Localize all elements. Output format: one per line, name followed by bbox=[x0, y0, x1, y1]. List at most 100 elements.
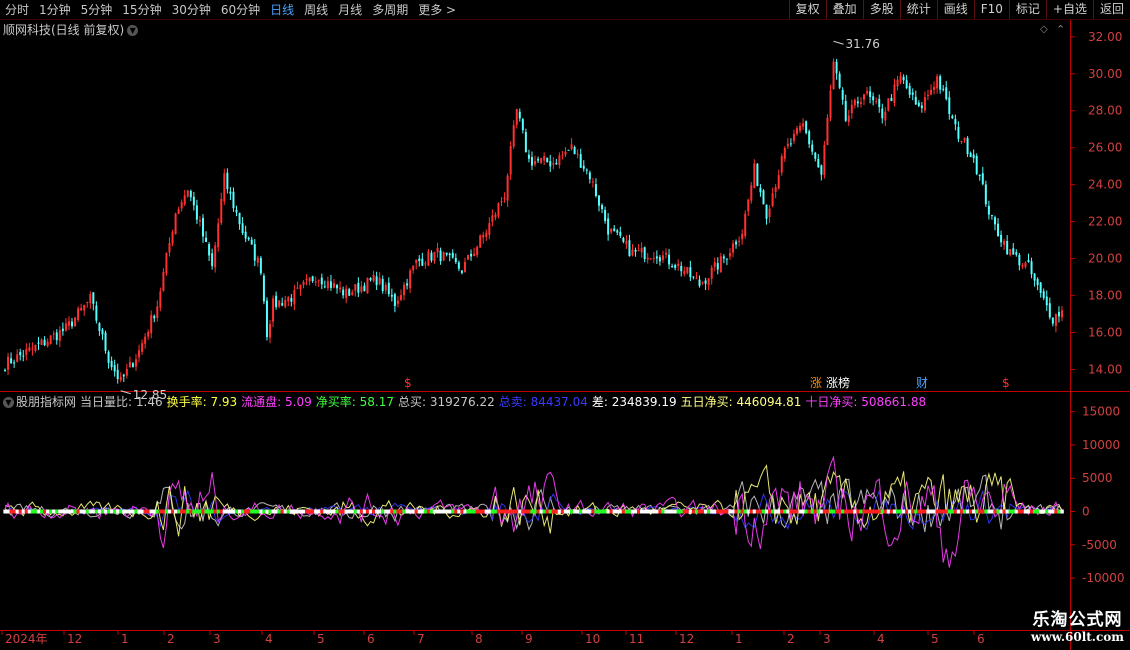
candle-body bbox=[725, 258, 728, 260]
time-tick-label: 2024年 bbox=[5, 632, 48, 646]
time-tick-label: 2 bbox=[787, 632, 795, 646]
candle-body bbox=[945, 87, 948, 100]
event-marker: $ bbox=[1002, 376, 1010, 390]
candle-body bbox=[470, 253, 473, 257]
zero-bar-segment bbox=[905, 509, 909, 514]
candle-body bbox=[704, 280, 707, 284]
candle-body bbox=[1039, 282, 1042, 293]
candle-body bbox=[765, 204, 768, 219]
candle-body bbox=[674, 265, 677, 269]
candle-body bbox=[774, 187, 777, 192]
zero-bar-segment bbox=[740, 509, 744, 514]
zero-bar-segment bbox=[381, 509, 385, 514]
zero-bar-segment bbox=[359, 509, 364, 514]
zero-bar-segment bbox=[189, 509, 193, 514]
candle-body bbox=[467, 255, 470, 260]
candle-body bbox=[573, 147, 576, 155]
zero-bar-segment bbox=[417, 509, 422, 514]
candle-body bbox=[628, 240, 631, 257]
candle-body bbox=[226, 172, 229, 190]
candle-body bbox=[601, 204, 604, 210]
candle-body bbox=[530, 157, 533, 166]
candle-body bbox=[795, 128, 798, 134]
candle-body bbox=[923, 97, 926, 111]
zero-bar-segment bbox=[502, 509, 507, 514]
zero-bar-segment bbox=[216, 509, 221, 514]
candle-body bbox=[789, 143, 792, 145]
candle-body bbox=[448, 253, 451, 256]
zero-bar-segment bbox=[210, 509, 214, 514]
zero-bar-segment bbox=[838, 509, 842, 514]
candle-body bbox=[134, 359, 137, 367]
zero-bar-segment bbox=[9, 509, 13, 514]
zero-bar-segment bbox=[892, 509, 897, 514]
time-tick-label: 4 bbox=[877, 632, 885, 646]
zero-bar-segment bbox=[405, 509, 409, 514]
candle-body bbox=[119, 376, 122, 381]
zero-bar-segment bbox=[722, 509, 726, 514]
zero-bar-segment bbox=[344, 509, 348, 514]
zero-bar-segment bbox=[579, 509, 583, 514]
zero-bar-segment bbox=[771, 509, 775, 514]
zero-bar-segment bbox=[804, 509, 808, 514]
zero-bar-segment bbox=[466, 509, 470, 514]
candle-body bbox=[409, 270, 412, 289]
candle-body bbox=[31, 348, 34, 350]
candle-body bbox=[963, 137, 966, 141]
candle-body bbox=[49, 335, 52, 345]
zero-bar-segment bbox=[792, 509, 796, 514]
price-tick-label: 32.00 bbox=[1088, 30, 1122, 44]
candle-body bbox=[527, 154, 530, 159]
candle-body bbox=[58, 330, 61, 341]
candle-body bbox=[116, 369, 119, 380]
candle-body bbox=[275, 295, 278, 308]
zero-bar-segment bbox=[767, 509, 772, 514]
zero-bar-segment bbox=[737, 509, 741, 514]
candle-body bbox=[205, 237, 208, 242]
candle-body bbox=[561, 154, 564, 156]
candle-body bbox=[936, 76, 939, 89]
candle-body bbox=[838, 73, 841, 88]
zero-bar-segment bbox=[825, 509, 830, 514]
candle-body bbox=[978, 174, 981, 177]
zero-bar-segment bbox=[816, 509, 821, 514]
candle-body bbox=[354, 284, 357, 291]
zero-bar-segment bbox=[898, 509, 903, 514]
candle-body bbox=[567, 149, 570, 151]
watermark-url: www.60lt.com bbox=[1031, 630, 1124, 644]
zero-bar-segment bbox=[414, 509, 419, 514]
zero-bar-segment bbox=[880, 509, 885, 514]
candle-body bbox=[744, 213, 747, 237]
candle-body bbox=[750, 185, 753, 201]
zero-bar-segment bbox=[895, 509, 900, 514]
candle-body bbox=[1015, 252, 1018, 255]
candle-body bbox=[835, 61, 838, 74]
candle-body bbox=[366, 278, 369, 294]
zero-bar-segment bbox=[451, 509, 455, 514]
zero-bar-segment bbox=[865, 509, 869, 514]
zero-bar-segment bbox=[633, 509, 638, 514]
candle-body bbox=[369, 277, 372, 281]
candle-body bbox=[619, 232, 622, 236]
candle-body bbox=[311, 276, 314, 282]
zero-bar-segment bbox=[752, 509, 757, 514]
candle-body bbox=[201, 217, 204, 237]
zero-bar-segment bbox=[725, 509, 729, 514]
zero-bar-segment bbox=[484, 509, 489, 514]
candle-body bbox=[792, 133, 795, 141]
candle-body bbox=[850, 104, 853, 114]
candle-body bbox=[634, 249, 637, 252]
candle-body bbox=[716, 263, 719, 270]
zero-bar-segment bbox=[371, 509, 376, 514]
zero-bar-segment bbox=[30, 509, 35, 514]
candle-body bbox=[320, 277, 323, 285]
zero-bar-segment bbox=[128, 509, 132, 514]
candle-body bbox=[375, 276, 378, 286]
candle-body bbox=[92, 292, 95, 304]
zero-bar-segment bbox=[286, 509, 291, 514]
zero-bar-segment bbox=[311, 509, 315, 514]
zero-bar-segment bbox=[1051, 509, 1055, 514]
zero-bar-segment bbox=[536, 509, 540, 514]
zero-bar-segment bbox=[228, 509, 233, 514]
candle-body bbox=[153, 316, 156, 319]
